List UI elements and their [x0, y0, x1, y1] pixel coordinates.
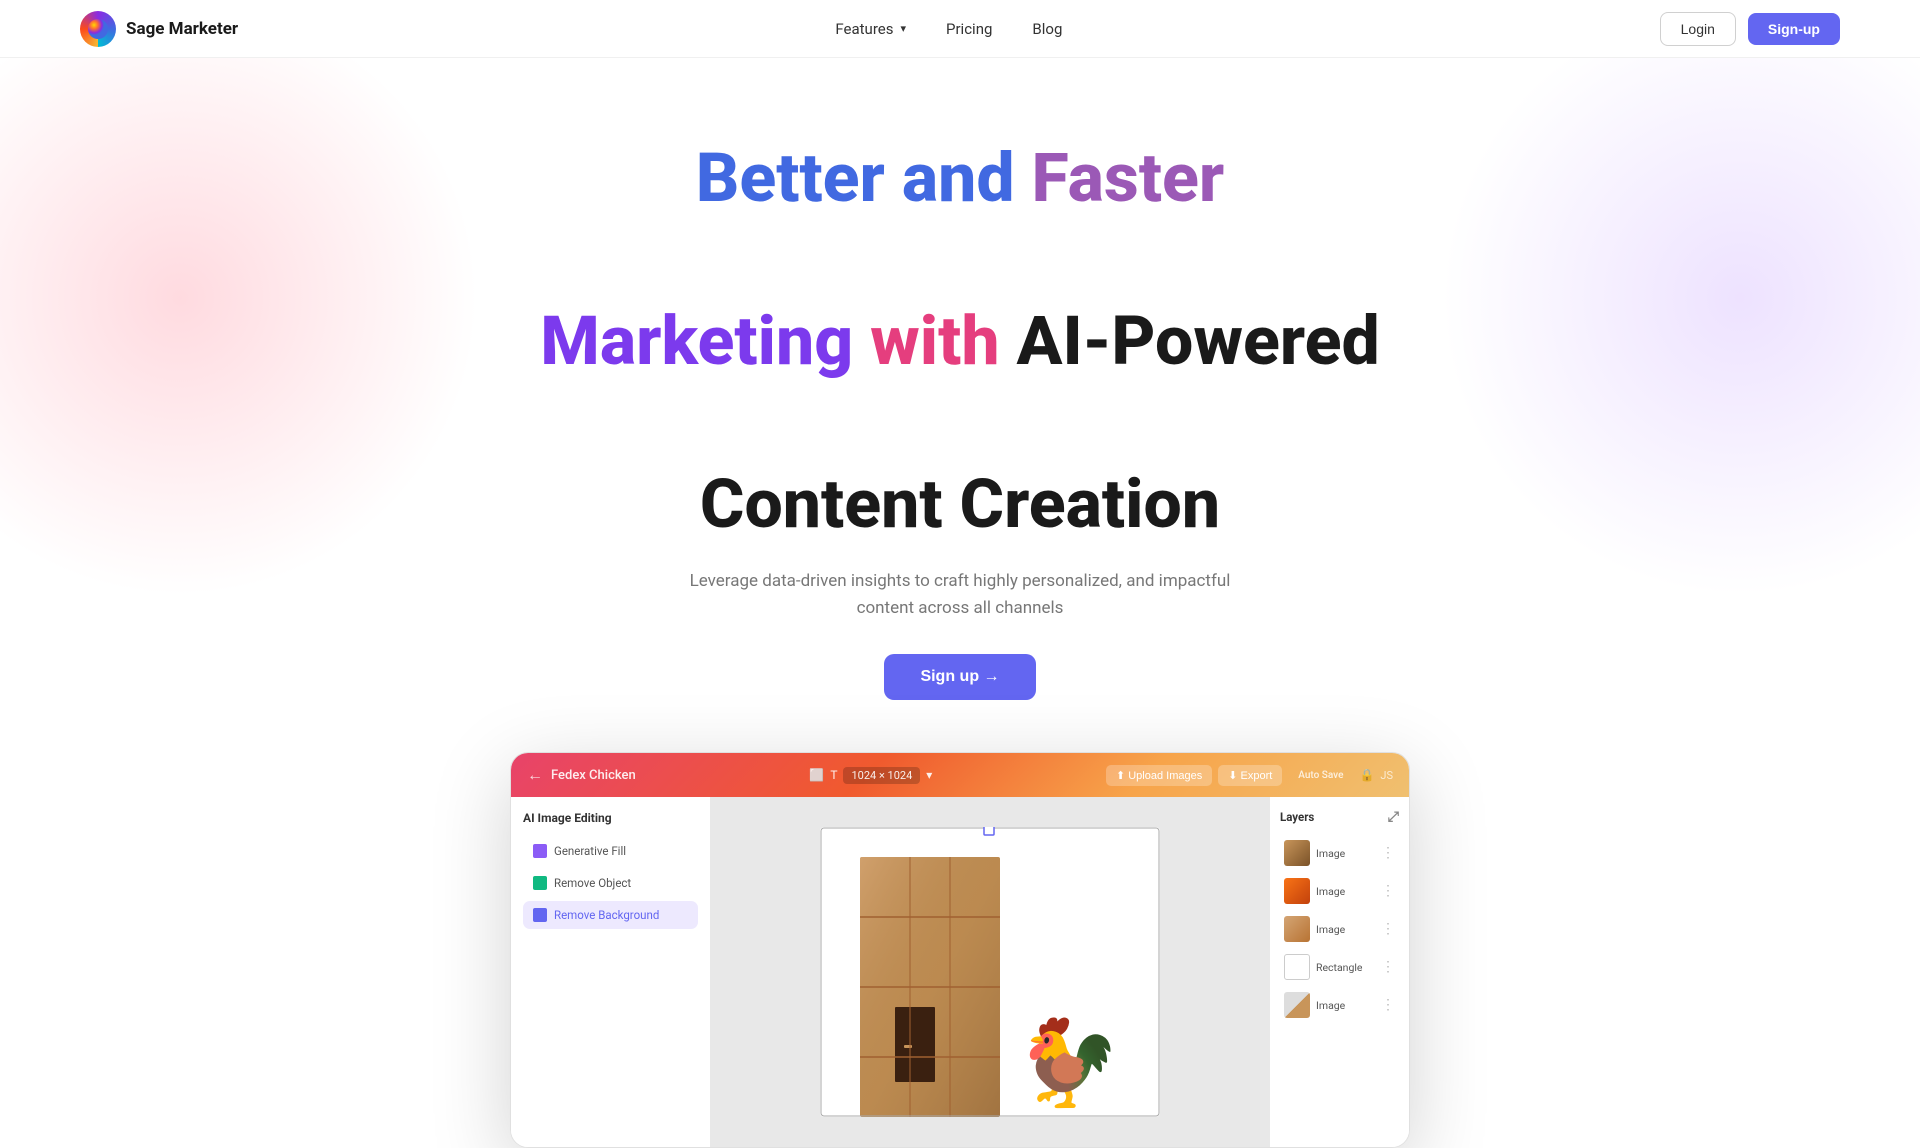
layer-label-4: Rectangle: [1316, 961, 1375, 974]
remove-background-label: Remove Background: [554, 908, 659, 922]
demo-titlebar-center: ⬜ T 1024 × 1024 ▾: [809, 767, 932, 784]
hero-title-line1: Better and Faster: [540, 138, 1379, 220]
demo-container: ← Fedex Chicken ⬜ T 1024 × 1024 ▾ ⬆ Uplo…: [510, 752, 1410, 1148]
remove-object-label: Remove Object: [554, 876, 631, 890]
autosave-label: Auto Save: [1288, 766, 1353, 785]
layer-thumb-1: [1284, 840, 1310, 866]
demo-titlebar-left: ← Fedex Chicken: [527, 765, 636, 785]
nav-pricing[interactable]: Pricing: [946, 20, 992, 38]
word-faster: Faster: [1032, 138, 1225, 218]
hero-subtitle: Leverage data-driven insights to craft h…: [680, 568, 1240, 622]
hero-title-line3: Content Creation: [540, 464, 1379, 546]
layer-item-1[interactable]: Image ⋮: [1280, 835, 1399, 871]
generative-fill-label: Generative Fill: [554, 844, 626, 858]
layer-item-5[interactable]: Image ⋮: [1280, 987, 1399, 1023]
hero-title-line2: Marketing with AI-Powered: [540, 301, 1379, 383]
word-with: with: [870, 301, 999, 381]
canvas-area: 🐓: [711, 797, 1269, 1147]
panel-item-remove-background[interactable]: Remove Background: [523, 901, 698, 929]
generative-fill-icon: [533, 844, 547, 858]
hero-section: Better and Faster Marketing with AI-Powe…: [0, 58, 1920, 1148]
back-arrow-icon: ←: [527, 765, 543, 785]
nav-features[interactable]: Features: [835, 20, 906, 38]
expand-icon: ⤢: [1388, 809, 1399, 825]
layer-label-1: Image: [1316, 847, 1375, 860]
layer-label-2: Image: [1316, 885, 1375, 898]
login-button[interactable]: Login: [1660, 12, 1736, 46]
word-and: and: [902, 138, 1032, 218]
canvas-icon: ⬜: [809, 768, 824, 782]
demo-titlebar: ← Fedex Chicken ⬜ T 1024 × 1024 ▾ ⬆ Uplo…: [511, 753, 1409, 797]
layer-more-4[interactable]: ⋮: [1381, 959, 1395, 975]
layer-more-2[interactable]: ⋮: [1381, 883, 1395, 899]
panel-item-generative-fill[interactable]: Generative Fill: [523, 837, 698, 865]
layer-item-2[interactable]: Image ⋮: [1280, 873, 1399, 909]
nav-blog[interactable]: Blog: [1032, 20, 1062, 38]
layer-more-3[interactable]: ⋮: [1381, 921, 1395, 937]
layer-more-1[interactable]: ⋮: [1381, 845, 1395, 861]
layer-item-4[interactable]: Rectangle ⋮: [1280, 949, 1399, 985]
upload-images-button[interactable]: ⬆ Upload Images: [1106, 765, 1212, 786]
canvas-inner: 🐓: [820, 827, 1160, 1117]
export-button[interactable]: ⬇ Export: [1218, 765, 1282, 786]
logo[interactable]: Sage Marketer: [80, 11, 238, 47]
layer-thumb-2: [1284, 878, 1310, 904]
word-ai-powered: AI-Powered: [1017, 301, 1380, 381]
logo-text: Sage Marketer: [126, 19, 238, 39]
layer-label-3: Image: [1316, 923, 1375, 936]
js-label: JS: [1380, 769, 1393, 782]
hero-cta: Sign up →: [884, 654, 1035, 700]
left-panel: AI Image Editing Generative Fill Remove …: [511, 797, 711, 1147]
panel-title: AI Image Editing: [523, 811, 698, 825]
word-marketing: Marketing: [540, 301, 853, 381]
remove-background-icon: [533, 908, 547, 922]
logo-icon: [80, 11, 116, 47]
layer-thumb-5: [1284, 992, 1310, 1018]
demo-titlebar-right: ⬆ Upload Images ⬇ Export Auto Save 🔒 JS: [1106, 765, 1393, 786]
dimensions-badge: 1024 × 1024: [843, 767, 920, 784]
demo-body: AI Image Editing Generative Fill Remove …: [511, 797, 1409, 1147]
layer-more-5[interactable]: ⋮: [1381, 997, 1395, 1013]
chevron-down-icon: ▾: [926, 768, 932, 782]
layers-label: Layers: [1280, 810, 1314, 824]
nav-center: Features Pricing Blog: [835, 20, 1062, 38]
chicken-emoji: 🐓: [1015, 1013, 1121, 1113]
layer-item-3[interactable]: Image ⋮: [1280, 911, 1399, 947]
panel-item-remove-object[interactable]: Remove Object: [523, 869, 698, 897]
layer-label-5: Image: [1316, 999, 1375, 1012]
canvas-image: 🐓: [820, 827, 1160, 1117]
lock-icon: 🔒: [1359, 768, 1374, 782]
hero-bg-right: [1440, 58, 1920, 598]
hero-title: Better and Faster Marketing with AI-Powe…: [540, 138, 1379, 546]
hero-bg-left: [0, 58, 480, 598]
layer-thumb-3: [1284, 916, 1310, 942]
right-panel: Layers ⤢ Image ⋮ Image ⋮: [1269, 797, 1409, 1147]
layers-title: Layers ⤢: [1280, 809, 1399, 825]
demo-wrapper: ← Fedex Chicken ⬜ T 1024 × 1024 ▾ ⬆ Uplo…: [430, 752, 1490, 1148]
layer-thumb-4: [1284, 954, 1310, 980]
nav-actions: Login Sign-up: [1660, 12, 1840, 46]
signup-button[interactable]: Sign-up: [1748, 13, 1840, 45]
remove-object-icon: [533, 876, 547, 890]
text-icon: T: [830, 768, 837, 782]
word-better: Better: [696, 138, 885, 218]
cta-button[interactable]: Sign up →: [884, 654, 1035, 700]
demo-project-name: Fedex Chicken: [551, 768, 636, 783]
navbar: Sage Marketer Features Pricing Blog Logi…: [0, 0, 1920, 58]
